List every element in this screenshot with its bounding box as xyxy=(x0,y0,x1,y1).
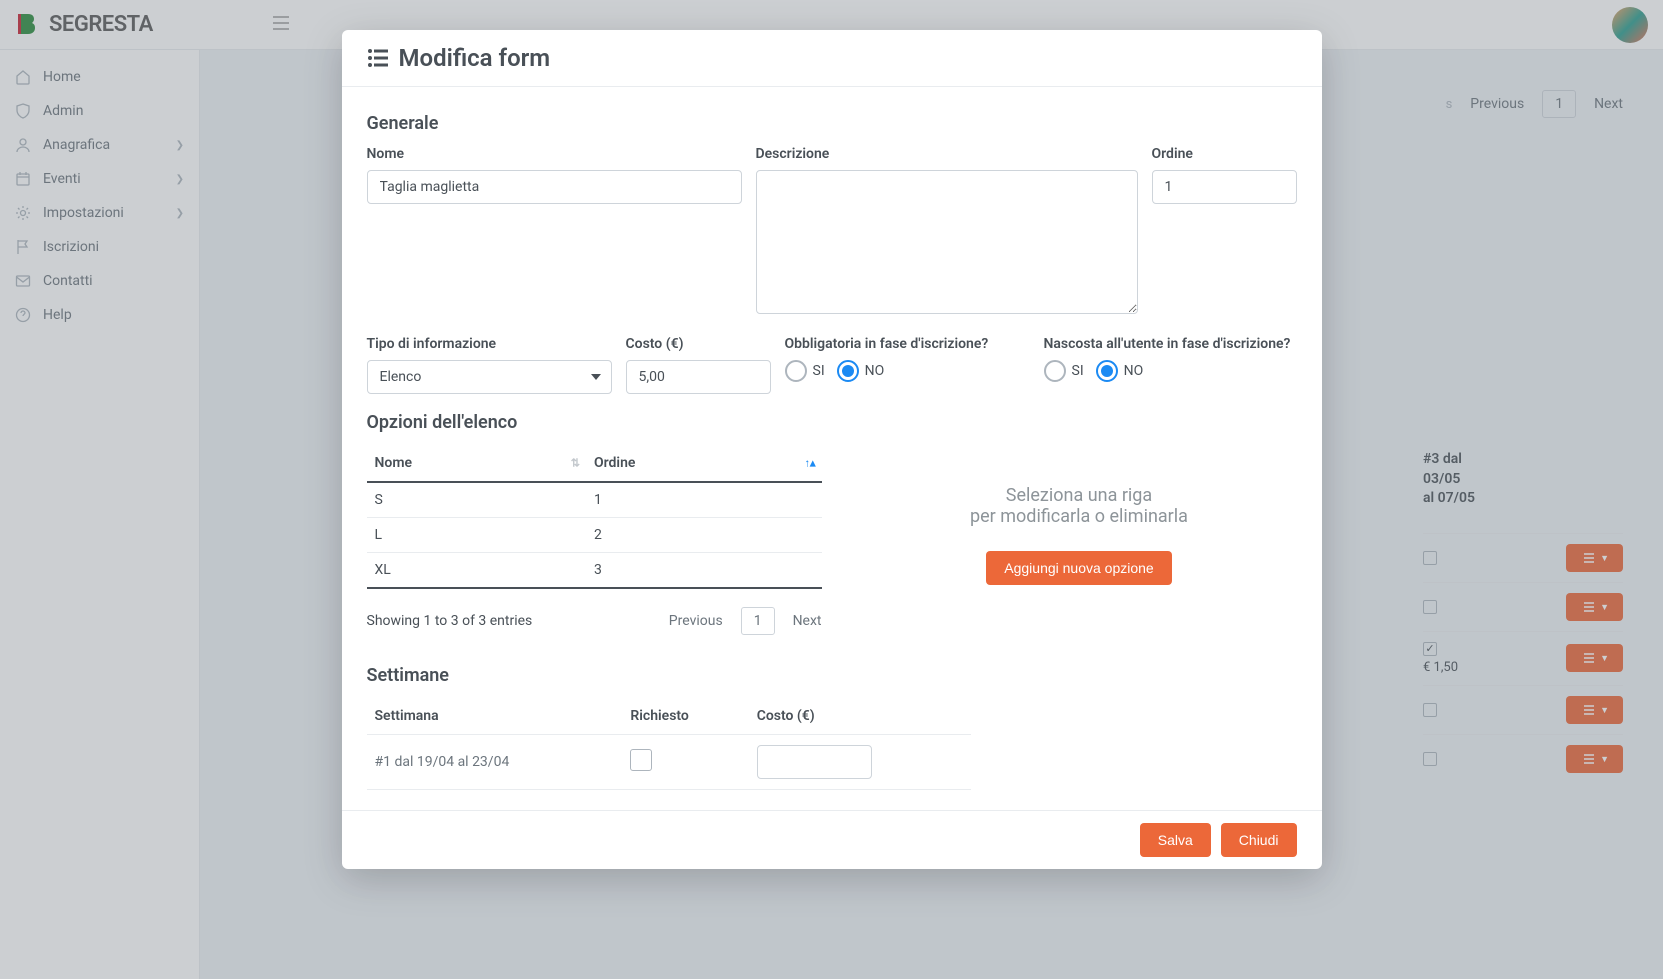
option-helper: Seleziona una riga per modificarla o eli… xyxy=(862,445,1297,585)
radio-label-no: NO xyxy=(1124,363,1144,379)
ordine-input[interactable] xyxy=(1152,170,1297,204)
label-nome: Nome xyxy=(367,146,742,162)
helper-text-2: per modificarla o eliminarla xyxy=(862,506,1297,527)
label-ordine: Ordine xyxy=(1152,146,1297,162)
helper-text-1: Seleziona una riga xyxy=(862,485,1297,506)
label-tipo: Tipo di informazione xyxy=(367,336,612,352)
add-option-button[interactable]: Aggiungi nuova opzione xyxy=(986,551,1171,585)
label-nascosta: Nascosta all'utente in fase d'iscrizione… xyxy=(1044,336,1297,352)
radio-label-no: NO xyxy=(865,363,885,379)
modal-header: Modifica form xyxy=(342,30,1322,87)
label-obbligatoria: Obbligatoria in fase d'iscrizione? xyxy=(785,336,1030,352)
options-th-nome[interactable]: Nome ⇅ xyxy=(367,445,586,482)
close-button[interactable]: Chiudi xyxy=(1221,823,1297,857)
modal-edit-form: Modifica form Generale Nome Descrizione … xyxy=(342,30,1322,869)
weeks-table: Settimana Richiesto Costo (€) #1 dal 19/… xyxy=(367,698,972,790)
descrizione-textarea[interactable] xyxy=(756,170,1138,314)
radio-label-si: SI xyxy=(813,363,825,379)
nome-input[interactable] xyxy=(367,170,742,204)
weeks-th-richiesto: Richiesto xyxy=(622,698,748,735)
label-costo: Costo (€) xyxy=(626,336,771,352)
radio-obblig-si[interactable] xyxy=(785,360,807,382)
radio-obblig-no[interactable] xyxy=(837,360,859,382)
table-row[interactable]: L 2 xyxy=(367,518,822,553)
weeks-th-settimana: Settimana xyxy=(367,698,623,735)
label-descrizione: Descrizione xyxy=(756,146,1138,162)
section-weeks-title: Settimane xyxy=(367,665,1297,686)
week-cost-input[interactable] xyxy=(757,745,872,779)
modal-title: Modifica form xyxy=(399,44,551,72)
radio-nascosta-si[interactable] xyxy=(1044,360,1066,382)
table-row[interactable]: S 1 xyxy=(367,482,822,518)
costo-input[interactable] xyxy=(626,360,771,394)
tipo-select[interactable]: Elenco xyxy=(367,360,612,394)
table-row[interactable]: XL 3 xyxy=(367,553,822,589)
radio-nascosta-no[interactable] xyxy=(1096,360,1118,382)
options-showing: Showing 1 to 3 of 3 entries xyxy=(367,613,533,629)
list-icon xyxy=(367,48,389,68)
options-table: Nome ⇅ Ordine ↑▴ S 1 xyxy=(367,445,822,589)
weeks-th-costo: Costo (€) xyxy=(749,698,971,735)
modal-body: Generale Nome Descrizione Ordine Tipo di… xyxy=(342,87,1322,810)
section-options-title: Opzioni dell'elenco xyxy=(367,412,1297,433)
save-button[interactable]: Salva xyxy=(1140,823,1211,857)
options-prev[interactable]: Previous xyxy=(669,613,723,629)
radio-label-si: SI xyxy=(1072,363,1084,379)
options-page-current[interactable]: 1 xyxy=(741,607,775,635)
table-row: #1 dal 19/04 al 23/04 xyxy=(367,735,972,790)
options-th-ordine[interactable]: Ordine ↑▴ xyxy=(586,445,822,482)
sort-icon: ⇅ xyxy=(571,457,580,470)
sort-asc-icon: ↑▴ xyxy=(804,457,815,470)
section-general-title: Generale xyxy=(367,113,1297,134)
richiesto-checkbox[interactable] xyxy=(630,749,652,771)
options-next[interactable]: Next xyxy=(793,613,822,629)
modal-footer: Salva Chiudi xyxy=(342,810,1322,869)
